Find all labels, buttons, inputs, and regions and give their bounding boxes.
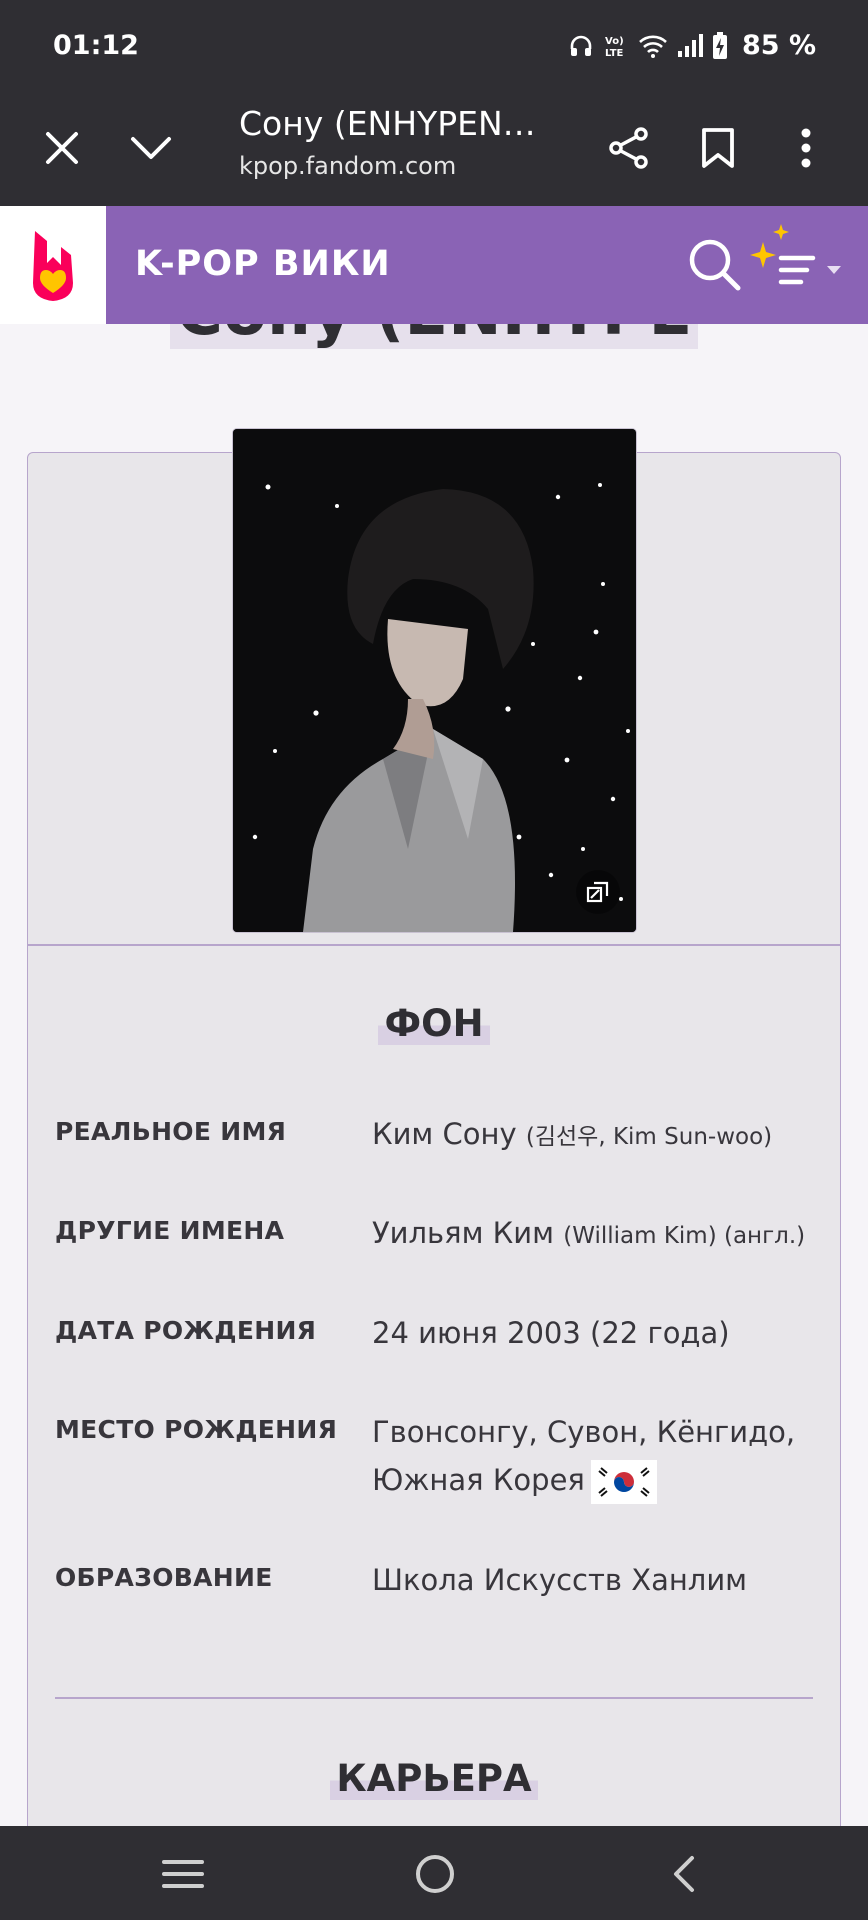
expand-image-icon[interactable] xyxy=(576,870,620,914)
volte-icon: Vo) LTE xyxy=(602,32,630,60)
row-value-real-name: Ким Сону (김선우, Kim Sun-woo) xyxy=(372,1117,773,1151)
status-time: 01:12 xyxy=(53,30,139,61)
divider xyxy=(55,1697,813,1699)
status-bar: 01:12 Vo) LTE 85 % xyxy=(0,0,868,90)
system-nav-bar xyxy=(0,1826,868,1920)
battery-charging-icon xyxy=(712,31,728,60)
signal-icon xyxy=(676,33,704,59)
divider xyxy=(27,944,841,946)
status-icons: Vo) LTE 85 % xyxy=(568,30,816,61)
search-icon[interactable] xyxy=(686,236,742,297)
section-title-career: КАРЬЕРА xyxy=(0,1757,868,1800)
row-label-birth-date: ДАТА РОЖДЕНИЯ xyxy=(55,1316,317,1345)
row-value-education: Школа Искусств Ханлим xyxy=(372,1563,748,1597)
recent-apps-icon[interactable] xyxy=(151,1842,215,1906)
bookmark-icon[interactable] xyxy=(686,116,750,180)
row-label-other-names: ДРУГИЕ ИМЕНА xyxy=(55,1216,285,1245)
row-value-other-names: Уильям Ким (William Kim) (англ.) xyxy=(372,1216,806,1250)
page-title: Сону (ENHYPEN) xyxy=(170,324,698,349)
wifi-icon xyxy=(638,33,668,59)
battery-percent: 85 % xyxy=(741,30,816,61)
section-title-background: ФОН xyxy=(0,1002,868,1045)
wiki-name[interactable]: K-POP ВИКИ xyxy=(135,244,391,284)
row-label-real-name: РЕАЛЬНОЕ ИМЯ xyxy=(55,1117,287,1146)
browser-toolbar: Сону (ENHYPEN… kpop.fandom.com xyxy=(0,90,868,206)
page-title-text: Сону (ENHYPEN) xyxy=(176,324,698,349)
svg-text:LTE: LTE xyxy=(605,48,624,59)
row-value-birth-date: 24 июня 2003 (22 года) xyxy=(372,1316,730,1350)
south-korea-flag-icon xyxy=(590,1460,657,1504)
profile-photo[interactable] xyxy=(233,429,636,932)
fandom-logo-icon[interactable] xyxy=(0,206,106,324)
row-label-education: ОБРАЗОВАНИЕ xyxy=(55,1563,273,1592)
back-icon[interactable] xyxy=(651,1842,715,1906)
row-value-birth-place: Гвонсонгу, Сувон, Кёнгидо, Южная Корея xyxy=(372,1408,812,1504)
share-icon[interactable] xyxy=(597,116,661,180)
tab-title[interactable]: Сону (ENHYPEN… xyxy=(239,104,536,143)
more-vert-icon[interactable] xyxy=(774,116,838,180)
svg-text:Vo): Vo) xyxy=(605,36,624,47)
home-icon[interactable] xyxy=(403,1842,467,1906)
wiki-header: K-POP ВИКИ xyxy=(0,206,868,324)
row-label-birth-place: МЕСТО РОЖДЕНИЯ xyxy=(55,1415,338,1444)
headphones-icon xyxy=(568,33,594,59)
menu-sparkle-icon[interactable] xyxy=(745,220,849,309)
url-text[interactable]: kpop.fandom.com xyxy=(239,152,456,180)
chevron-down-icon[interactable] xyxy=(119,116,183,180)
close-icon[interactable] xyxy=(30,116,94,180)
